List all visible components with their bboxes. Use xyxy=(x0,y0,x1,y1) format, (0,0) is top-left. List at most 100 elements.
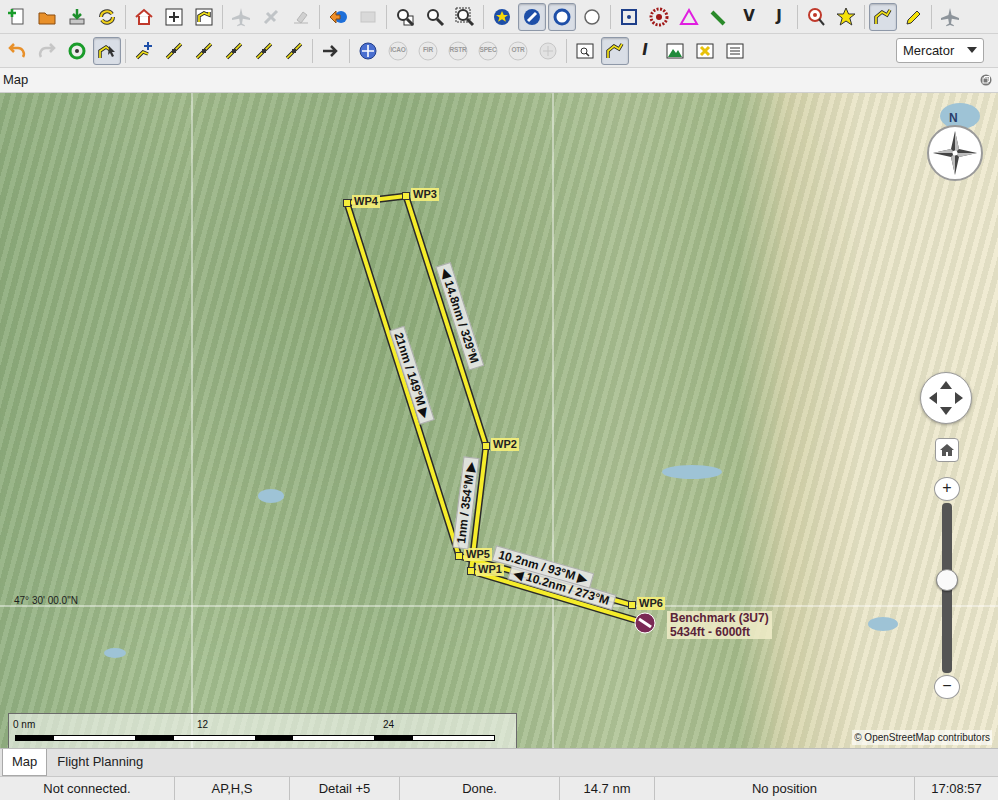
icon-graphic xyxy=(328,7,348,27)
icon-graphic xyxy=(836,7,856,27)
toolbar-button[interactable] xyxy=(324,3,352,31)
toolbar-button[interactable] xyxy=(3,3,31,31)
toolbar-button[interactable] xyxy=(578,3,606,31)
toolbar-button[interactable] xyxy=(250,37,278,65)
toolbar-button[interactable] xyxy=(160,3,188,31)
toolbar-button[interactable] xyxy=(130,3,158,31)
toolbar-button[interactable] xyxy=(190,37,218,65)
circle-icon xyxy=(582,7,602,27)
toolbar-button[interactable] xyxy=(220,37,248,65)
map-view[interactable]: 47° 30' 00.0"NWP1WP2WP3WP4WP5WP6◀ 10.2nm… xyxy=(0,93,998,749)
toolbar-button[interactable] xyxy=(280,37,308,65)
toolbar-button[interactable]: J xyxy=(765,3,793,31)
panel-tab[interactable]: Flight Planning xyxy=(47,749,153,776)
icon-label: RSTR xyxy=(448,47,468,54)
tab-bar: MapFlight Planning xyxy=(0,748,998,776)
toolbar-button[interactable] xyxy=(488,3,516,31)
pan-control[interactable] xyxy=(920,372,972,424)
status-field: Not connected. xyxy=(0,777,175,800)
route-line[interactable] xyxy=(347,196,645,623)
airport-icon[interactable] xyxy=(634,612,656,634)
zoom-track[interactable] xyxy=(934,503,960,673)
icon-graphic xyxy=(231,7,251,27)
icon-graphic xyxy=(665,41,685,61)
toolbar-button[interactable] xyxy=(534,37,562,65)
toolbar-button[interactable] xyxy=(93,37,121,65)
toolbar-button[interactable] xyxy=(675,3,703,31)
toolbar-button[interactable] xyxy=(869,3,897,31)
toolbar-button[interactable]: SPEC xyxy=(474,37,502,65)
icon-graphic xyxy=(619,7,639,27)
toolbar-button[interactable]: I xyxy=(631,37,659,65)
toolbar-button[interactable] xyxy=(721,37,749,65)
toolbar-button[interactable] xyxy=(691,37,719,65)
waypoint-marker[interactable] xyxy=(455,552,463,560)
waypoint-marker[interactable] xyxy=(402,192,410,200)
pointer-icon xyxy=(97,41,117,61)
icon-graphic xyxy=(903,7,923,27)
toolbar-button[interactable] xyxy=(421,3,449,31)
vor-icon xyxy=(619,7,639,27)
waypoint-marker[interactable] xyxy=(628,601,636,609)
toolbar-button[interactable] xyxy=(190,3,218,31)
compass-icon[interactable] xyxy=(927,125,983,181)
airspace-icon: SPEC xyxy=(478,41,498,61)
compass-north-label: N xyxy=(949,109,958,127)
toolbar-button[interactable]: RSTR xyxy=(444,37,472,65)
toolbar-button[interactable] xyxy=(63,3,91,31)
toolbar-button[interactable] xyxy=(257,3,285,31)
toolbar-button[interactable] xyxy=(705,3,733,31)
toolbar-button[interactable] xyxy=(130,37,158,65)
toolbar-button[interactable] xyxy=(227,3,255,31)
waypoint-marker[interactable] xyxy=(482,442,490,450)
route-icon xyxy=(605,41,625,61)
toolbar-button[interactable] xyxy=(354,3,382,31)
toolbar-button[interactable] xyxy=(645,3,673,31)
icon-graphic xyxy=(194,41,214,61)
toolbar-button[interactable] xyxy=(661,37,689,65)
toolbar-button[interactable]: FIR xyxy=(414,37,442,65)
toolbar-button[interactable] xyxy=(33,37,61,65)
toolbar-button[interactable] xyxy=(601,37,629,65)
projection-dropdown[interactable]: Mercator xyxy=(896,38,984,64)
toolbar-button[interactable] xyxy=(160,37,188,65)
reload-icon xyxy=(97,7,117,27)
panel-tab[interactable]: Map xyxy=(2,749,47,776)
toolbar-separator xyxy=(386,5,387,29)
toolbar-button[interactable] xyxy=(33,3,61,31)
toolbar-button[interactable] xyxy=(802,3,830,31)
toolbar-button[interactable] xyxy=(317,37,345,65)
restore-icon[interactable] xyxy=(980,74,992,86)
toolbar-button[interactable]: V xyxy=(735,3,763,31)
toolbar-button[interactable] xyxy=(391,3,419,31)
toolbar-button[interactable] xyxy=(354,37,382,65)
status-field: AP,H,S xyxy=(175,777,290,800)
toolbar-button[interactable] xyxy=(571,37,599,65)
toolbar-button[interactable] xyxy=(548,3,576,31)
toolbar-button[interactable] xyxy=(287,3,315,31)
zoom-knob[interactable] xyxy=(936,569,958,591)
scale-ruler xyxy=(15,735,495,741)
zoom-in-button[interactable]: + xyxy=(934,477,960,501)
toolbar-button[interactable] xyxy=(936,3,964,31)
icon-label: V xyxy=(743,9,755,24)
home-view-icon[interactable] xyxy=(935,438,959,462)
routebox-icon xyxy=(194,7,214,27)
toolbar-button[interactable] xyxy=(3,37,31,65)
toolbar-button[interactable] xyxy=(451,3,479,31)
toolbar-button[interactable] xyxy=(832,3,860,31)
toolbar-button[interactable] xyxy=(899,3,927,31)
zoom-out-button[interactable]: − xyxy=(934,675,960,699)
waypoint-marker[interactable] xyxy=(467,567,475,575)
icon-graphic xyxy=(575,41,595,61)
satellite-icon xyxy=(261,7,281,27)
toolbar-button[interactable] xyxy=(518,3,546,31)
waypoint-marker[interactable] xyxy=(343,199,351,207)
toolbar-button[interactable]: OTR xyxy=(504,37,532,65)
waypoint-label: WP3 xyxy=(411,188,439,201)
toolbar-button[interactable] xyxy=(615,3,643,31)
icon-label: OTR xyxy=(508,47,528,54)
toolbar-button[interactable] xyxy=(63,37,91,65)
toolbar-button[interactable]: ICAO xyxy=(384,37,412,65)
toolbar-button[interactable] xyxy=(93,3,121,31)
